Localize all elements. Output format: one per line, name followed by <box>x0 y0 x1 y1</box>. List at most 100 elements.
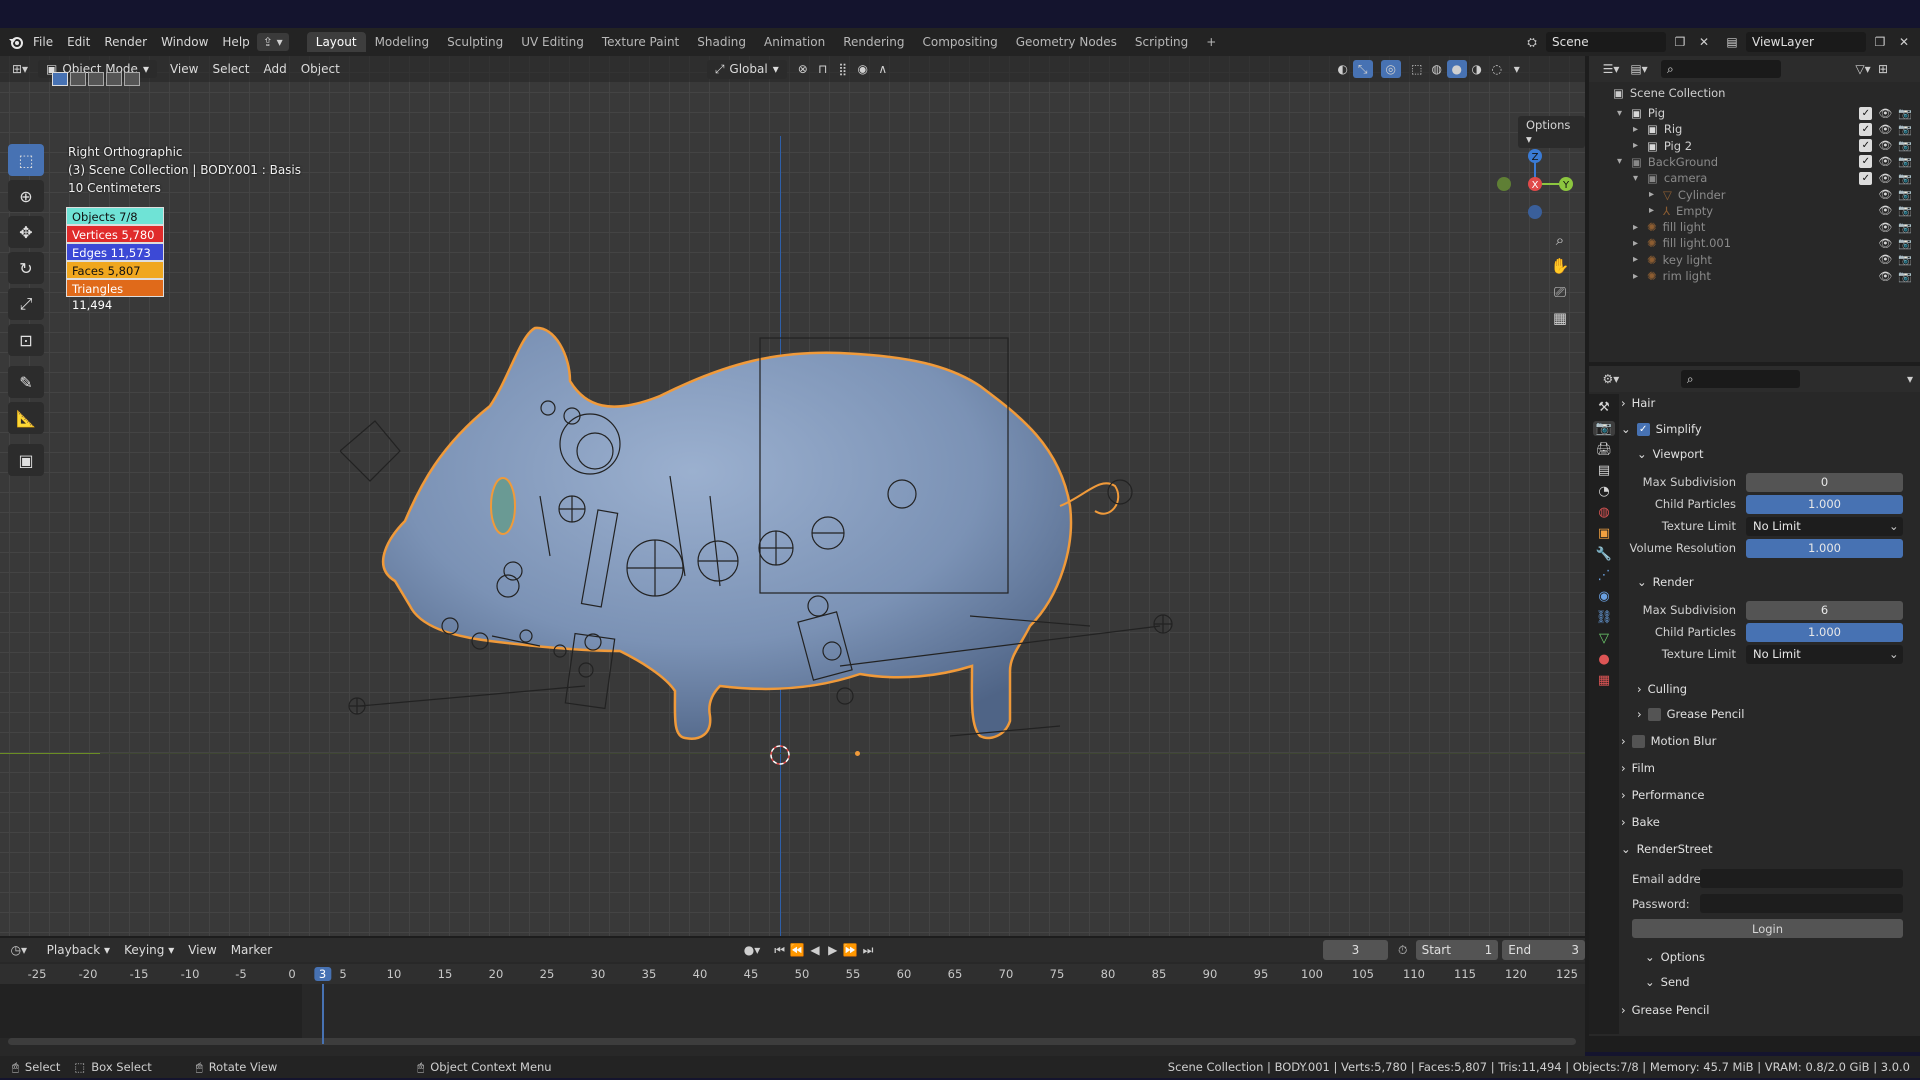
number-field[interactable]: 1.000 <box>1746 622 1903 642</box>
scene-icon[interactable]: ⛭ <box>1522 33 1542 51</box>
eye-icon[interactable]: 👁 <box>1878 270 1892 283</box>
axis-neg-z-icon[interactable] <box>1528 205 1542 219</box>
snap-target-icon[interactable]: ⣿ <box>833 60 853 78</box>
axis-neg-y-icon[interactable] <box>1497 177 1511 191</box>
camera-icon[interactable]: 📷 <box>1898 155 1912 168</box>
upload-icon[interactable]: ⇪ ▾ <box>256 33 289 51</box>
scale-tool-icon[interactable]: ⤢ <box>8 288 44 320</box>
exclude-checkbox[interactable]: ✓ <box>1859 155 1873 169</box>
eye-icon[interactable]: 👁 <box>1878 221 1892 234</box>
chevron-down-icon[interactable]: ▾ <box>1617 156 1631 167</box>
eye-icon[interactable]: 👁 <box>1878 204 1892 217</box>
tab-geometry-nodes[interactable]: Geometry Nodes <box>1007 32 1126 52</box>
pan-hand-icon[interactable]: ✋ <box>1550 257 1570 275</box>
select-subtract-icon[interactable] <box>88 72 104 86</box>
number-field[interactable]: 6 <box>1746 600 1903 620</box>
eye-icon[interactable]: 👁 <box>1878 139 1892 152</box>
eye-icon[interactable]: 👁 <box>1878 155 1892 168</box>
camera-view-icon[interactable]: ⎚ <box>1550 283 1570 301</box>
proportional-edit-icon[interactable]: ◉ <box>853 60 873 78</box>
menu-window[interactable]: Window <box>154 35 215 49</box>
eye-icon[interactable]: 👁 <box>1878 107 1892 120</box>
prev-keyframe-icon[interactable]: ⏪ <box>789 941 807 959</box>
properties-search-input[interactable]: ⌕ <box>1680 370 1801 388</box>
exclude-checkbox[interactable]: ✓ <box>1859 106 1873 120</box>
dropdown-field[interactable]: No Limit <box>1746 644 1903 664</box>
subpanel-grease-pencil[interactable]: › Grease Pencil <box>1637 707 1744 721</box>
frame-ruler[interactable]: -25 -20 -15 -10 -5 0 3 5 10 15 20 25 30 35 40 45 50 55 60 6… <box>0 964 1585 984</box>
rendered-shading-icon[interactable]: ◌ <box>1487 60 1507 78</box>
subpanel-render[interactable]: ⌄ Render <box>1637 575 1694 589</box>
move-tool-icon[interactable]: ✥ <box>8 216 44 248</box>
overlay-toggle-icon[interactable]: ◎ <box>1380 60 1401 78</box>
password-field[interactable] <box>1700 894 1903 913</box>
eye-icon[interactable]: 👁 <box>1878 253 1892 266</box>
pig-body[interactable] <box>382 326 1073 740</box>
panel-simplify[interactable]: ⌄ ✓ Simplify <box>1621 422 1702 436</box>
output-tab-icon[interactable]: 🖨 <box>1596 442 1613 457</box>
camera-icon[interactable]: 📷 <box>1898 204 1912 217</box>
editor-type-icon[interactable]: ⊞▾ <box>10 60 30 78</box>
orientation-dropdown[interactable]: ⤢ Global ▾ <box>706 59 787 79</box>
start-frame-field[interactable]: Start 1 <box>1415 940 1499 960</box>
menu-view[interactable]: View <box>163 60 205 78</box>
particles-tab-icon[interactable]: ⋰ <box>1598 568 1611 583</box>
falloff-icon[interactable]: ∧ <box>873 60 893 78</box>
eye-icon[interactable]: 👁 <box>1878 188 1892 201</box>
motion-blur-checkbox[interactable] <box>1631 734 1645 748</box>
timeline-editor-icon[interactable]: ◷▾ <box>10 941 28 959</box>
properties-editor-icon[interactable]: ⚙▾ <box>1601 370 1621 388</box>
blender-logo-icon[interactable] <box>6 33 26 51</box>
add-cube-tool-icon[interactable]: ▣ <box>8 444 44 476</box>
eye-icon[interactable]: 👁 <box>1878 123 1892 136</box>
panel-hair[interactable]: › Hair <box>1621 396 1655 410</box>
menu-add[interactable]: Add <box>256 60 293 78</box>
tab-shading[interactable]: Shading <box>688 32 755 52</box>
scene-field[interactable]: Scene <box>1546 32 1666 52</box>
tab-modeling[interactable]: Modeling <box>366 32 439 52</box>
panel-motion-blur[interactable]: › Motion Blur <box>1621 734 1716 748</box>
chevron-right-icon[interactable]: ▸ <box>1633 271 1647 282</box>
exclude-checkbox[interactable]: ✓ <box>1859 122 1873 136</box>
transform-tool-icon[interactable]: ⊡ <box>8 324 44 356</box>
tool-tab-icon[interactable]: ⚒ <box>1598 400 1610 415</box>
rotate-tool-icon[interactable]: ↻ <box>8 252 44 284</box>
chevron-right-icon[interactable]: ▸ <box>1633 238 1647 249</box>
pig-model[interactable] <box>340 296 1200 796</box>
tab-texture-paint[interactable]: Texture Paint <box>593 32 688 52</box>
jump-end-icon[interactable]: ⏭ <box>859 941 877 959</box>
copy-viewlayer-icon[interactable]: ❐ <box>1870 33 1890 51</box>
playhead-line[interactable] <box>321 984 324 1044</box>
zoom-icon[interactable]: ⌕ <box>1550 231 1570 249</box>
camera-icon[interactable]: 📷 <box>1898 107 1912 120</box>
exclude-checkbox[interactable]: ✓ <box>1859 139 1873 153</box>
number-field[interactable]: 0 <box>1746 472 1903 492</box>
tab-animation[interactable]: Animation <box>755 32 834 52</box>
menu-marker[interactable]: Marker <box>224 941 279 959</box>
camera-icon[interactable]: 📷 <box>1898 221 1912 234</box>
camera-icon[interactable]: 📷 <box>1898 172 1912 185</box>
eye-icon[interactable]: 👁 <box>1878 237 1892 250</box>
outliner-row-rim-light[interactable]: ▸ ✺ rim light 👁 📷 <box>1589 266 1920 286</box>
tab-scripting[interactable]: Scripting <box>1126 32 1197 52</box>
tab-compositing[interactable]: Compositing <box>913 32 1006 52</box>
menu-select[interactable]: Select <box>205 60 256 78</box>
shading-options-icon[interactable]: ▾ <box>1507 60 1527 78</box>
outliner-row-scene-collection[interactable]: ▣ Scene Collection <box>1589 83 1920 103</box>
xray-icon[interactable]: ⬚ <box>1407 60 1427 78</box>
panel-grease-pencil[interactable]: › Grease Pencil <box>1621 1003 1709 1017</box>
keying-menu[interactable]: Keying ▾ <box>117 941 181 959</box>
viewlayer-field[interactable]: ViewLayer <box>1746 32 1866 52</box>
ortho-grid-icon[interactable]: ▦ <box>1550 309 1570 327</box>
material-shading-icon[interactable]: ◑ <box>1467 60 1487 78</box>
properties-options-icon[interactable]: ▾ <box>1900 370 1920 388</box>
camera-icon[interactable]: 📷 <box>1898 253 1912 266</box>
jump-start-icon[interactable]: ⏮ <box>771 941 789 959</box>
subpanel-viewport[interactable]: ⌄ Viewport <box>1637 447 1704 461</box>
chevron-down-icon[interactable]: ▾ <box>1617 108 1631 119</box>
login-button[interactable]: Login <box>1632 919 1903 938</box>
chevron-right-icon[interactable]: ▸ <box>1649 189 1663 200</box>
render-tab-icon[interactable]: 📷 <box>1592 421 1616 436</box>
menu-object[interactable]: Object <box>294 60 347 78</box>
eye-icon[interactable]: 👁 <box>1878 172 1892 185</box>
